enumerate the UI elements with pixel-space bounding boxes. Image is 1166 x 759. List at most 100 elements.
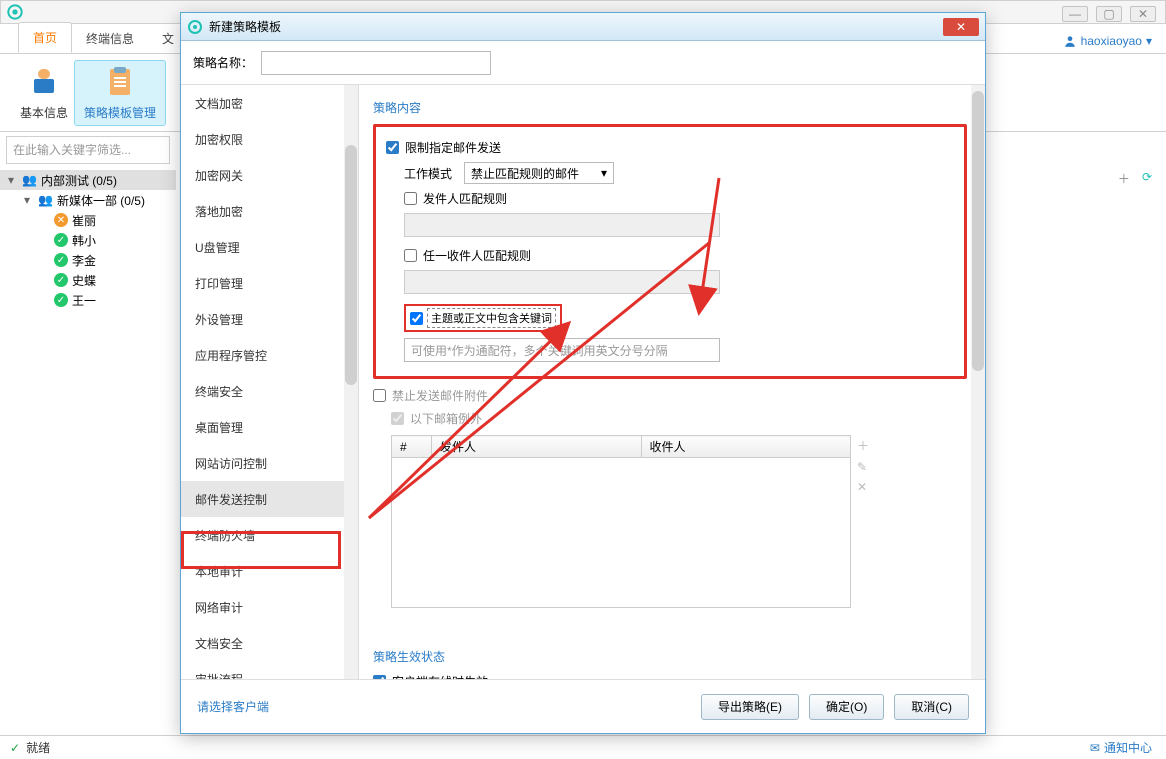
- sender-rule-row[interactable]: 发件人匹配规则: [404, 190, 954, 207]
- mode-row: 工作模式 禁止匹配规则的邮件 ▾: [404, 162, 954, 184]
- keyword-rule-checkbox[interactable]: [410, 312, 423, 325]
- content-scrollbar[interactable]: [971, 85, 985, 679]
- notify-center[interactable]: ✉ 通知中心: [1090, 739, 1152, 756]
- nav-scrollbar[interactable]: [344, 85, 358, 679]
- window-controls: — ▢ ✕: [1062, 6, 1156, 22]
- except-mailbox-checkbox[interactable]: [391, 412, 404, 425]
- dialog-content: 策略内容 限制指定邮件发送 工作模式 禁止匹配规则的邮件 ▾ 发件人匹配规则: [359, 85, 985, 679]
- sender-rule-checkbox[interactable]: [404, 192, 417, 205]
- select-client-link[interactable]: 请选择客户端: [197, 698, 269, 715]
- restrict-send-checkbox[interactable]: [386, 141, 399, 154]
- forbid-attachment-checkbox[interactable]: [373, 389, 386, 402]
- ok-button[interactable]: 确定(O): [809, 694, 884, 720]
- dialog-titlebar[interactable]: 新建策略模板 ✕: [181, 13, 985, 41]
- status-dot-online-icon: ✓: [54, 233, 68, 247]
- add-icon[interactable]: ＋: [1118, 170, 1130, 187]
- th-recipient[interactable]: 收件人: [641, 436, 851, 458]
- client-online-checkbox[interactable]: [373, 675, 386, 679]
- tree-user[interactable]: ✓ 史蝶: [0, 270, 176, 290]
- minimize-button[interactable]: —: [1062, 6, 1088, 22]
- notify-label: 通知中心: [1104, 739, 1152, 756]
- policy-name-input[interactable]: [261, 51, 491, 75]
- except-mailbox-label: 以下邮箱例外: [410, 410, 482, 427]
- nav-item[interactable]: 终端安全: [181, 373, 358, 409]
- sender-rule-label: 发件人匹配规则: [423, 190, 507, 207]
- restrict-send-label: 限制指定邮件发送: [405, 139, 501, 156]
- dialog-close-button[interactable]: ✕: [943, 18, 979, 36]
- tab-terminal-info[interactable]: 终端信息: [72, 24, 148, 53]
- keyword-rule-row[interactable]: 主题或正文中包含关键词: [404, 304, 562, 332]
- recipient-rule-field: [404, 270, 720, 294]
- th-sender[interactable]: 发件人: [432, 436, 642, 458]
- forbid-attachment-row[interactable]: 禁止发送邮件附件: [373, 387, 967, 404]
- nav-item[interactable]: 桌面管理: [181, 409, 358, 445]
- status-bar: ✓ 就绪 ✉ 通知中心: [0, 735, 1166, 759]
- tree-user[interactable]: ✓王一: [0, 290, 176, 310]
- list-toolbar: ＋ ⟳: [1118, 170, 1152, 187]
- org-tree: ▾ 👥 内部测试 (0/5) ▾ 👥 新媒体一部 (0/5) ✕崔丽 ✓韩小 ✓…: [0, 164, 176, 316]
- client-online-row[interactable]: 客户端在线时生效: [373, 673, 967, 679]
- maximize-button[interactable]: ▢: [1096, 6, 1122, 22]
- nav-item[interactable]: 文档安全: [181, 625, 358, 661]
- nav-item[interactable]: 网站访问控制: [181, 445, 358, 481]
- sender-rule-field: [404, 213, 720, 237]
- status-dot-online-icon: ✓: [54, 293, 68, 307]
- new-policy-dialog: 新建策略模板 ✕ 策略名称： 文档加密 加密权限 加密网关 落地加密 U盘管理 …: [180, 12, 986, 734]
- toolbar-template-mgmt[interactable]: 策略模板管理: [74, 60, 166, 126]
- recipient-rule-checkbox[interactable]: [404, 249, 417, 262]
- tree-group[interactable]: ▾ 👥 新媒体一部 (0/5): [0, 190, 176, 210]
- nav-item[interactable]: 加密权限: [181, 121, 358, 157]
- nav-item[interactable]: 外设管理: [181, 301, 358, 337]
- tab-home[interactable]: 首页: [18, 22, 72, 53]
- tree-root[interactable]: ▾ 👥 内部测试 (0/5): [0, 170, 176, 190]
- restrict-send-row[interactable]: 限制指定邮件发送: [386, 139, 954, 156]
- status-dot-offline-icon: ✕: [54, 213, 68, 227]
- mode-select[interactable]: 禁止匹配规则的邮件 ▾: [464, 162, 614, 184]
- delete-row-icon[interactable]: ✕: [857, 480, 869, 494]
- nav-item[interactable]: 打印管理: [181, 265, 358, 301]
- export-button[interactable]: 导出策略(E): [701, 694, 799, 720]
- recipient-rule-label: 任一收件人匹配规则: [423, 247, 531, 264]
- tree-user-name: 史蝶: [72, 272, 96, 289]
- tree-user[interactable]: ✕崔丽: [0, 210, 176, 230]
- nav-item[interactable]: 审批流程: [181, 661, 358, 679]
- nav-item[interactable]: 文档加密: [181, 85, 358, 121]
- refresh-icon[interactable]: ⟳: [1142, 170, 1152, 187]
- nav-item[interactable]: 终端防火墙: [181, 517, 358, 553]
- close-window-button[interactable]: ✕: [1130, 6, 1156, 22]
- clipboard-icon: [104, 65, 136, 97]
- nav-item[interactable]: 加密网关: [181, 157, 358, 193]
- tree-user[interactable]: ✓李金: [0, 250, 176, 270]
- search-input[interactable]: 在此输入关键字筛选...: [6, 136, 170, 164]
- recipient-rule-row[interactable]: 任一收件人匹配规则: [404, 247, 954, 264]
- cancel-button[interactable]: 取消(C): [894, 694, 969, 720]
- nav-item[interactable]: 本地审计: [181, 553, 358, 589]
- except-mailbox-row[interactable]: 以下邮箱例外: [391, 410, 967, 427]
- nav-item[interactable]: U盘管理: [181, 229, 358, 265]
- nav-item[interactable]: 网络审计: [181, 589, 358, 625]
- nav-item-mail-control[interactable]: 邮件发送控制: [181, 481, 358, 517]
- annotation-highlight-box: 限制指定邮件发送 工作模式 禁止匹配规则的邮件 ▾ 发件人匹配规则 任一收件人: [373, 124, 967, 379]
- tree-root-label: 内部测试 (0/5): [41, 172, 117, 189]
- mode-label: 工作模式: [404, 165, 452, 182]
- user-info[interactable]: haoxiaoyao ▾: [1063, 34, 1152, 48]
- check-icon: ✓: [10, 741, 20, 755]
- toolbar-basic-info[interactable]: 基本信息: [14, 65, 74, 121]
- add-row-icon[interactable]: ＋: [857, 437, 869, 454]
- nav-item[interactable]: 落地加密: [181, 193, 358, 229]
- dialog-footer: 请选择客户端 导出策略(E) 确定(O) 取消(C): [181, 679, 985, 733]
- section-title: 策略内容: [373, 99, 967, 116]
- toolbar-basic-info-label: 基本信息: [14, 104, 74, 121]
- caret-icon: ▾: [8, 173, 18, 187]
- exception-table-wrap: # 发件人 收件人 ＋ ✎ ✕: [391, 435, 967, 608]
- tree-user[interactable]: ✓韩小: [0, 230, 176, 250]
- forbid-attachment-label: 禁止发送邮件附件: [392, 387, 488, 404]
- edit-row-icon[interactable]: ✎: [857, 460, 869, 474]
- exception-table: # 发件人 收件人: [391, 435, 851, 608]
- keyword-input[interactable]: 可使用*作为通配符，多个关键词用英文分号分隔: [404, 338, 720, 362]
- th-index[interactable]: #: [392, 436, 432, 458]
- status-dot-online-icon: ✓: [54, 273, 68, 287]
- nav-item[interactable]: 应用程序管控: [181, 337, 358, 373]
- status-text: 就绪: [26, 739, 50, 756]
- person-icon: [28, 65, 60, 97]
